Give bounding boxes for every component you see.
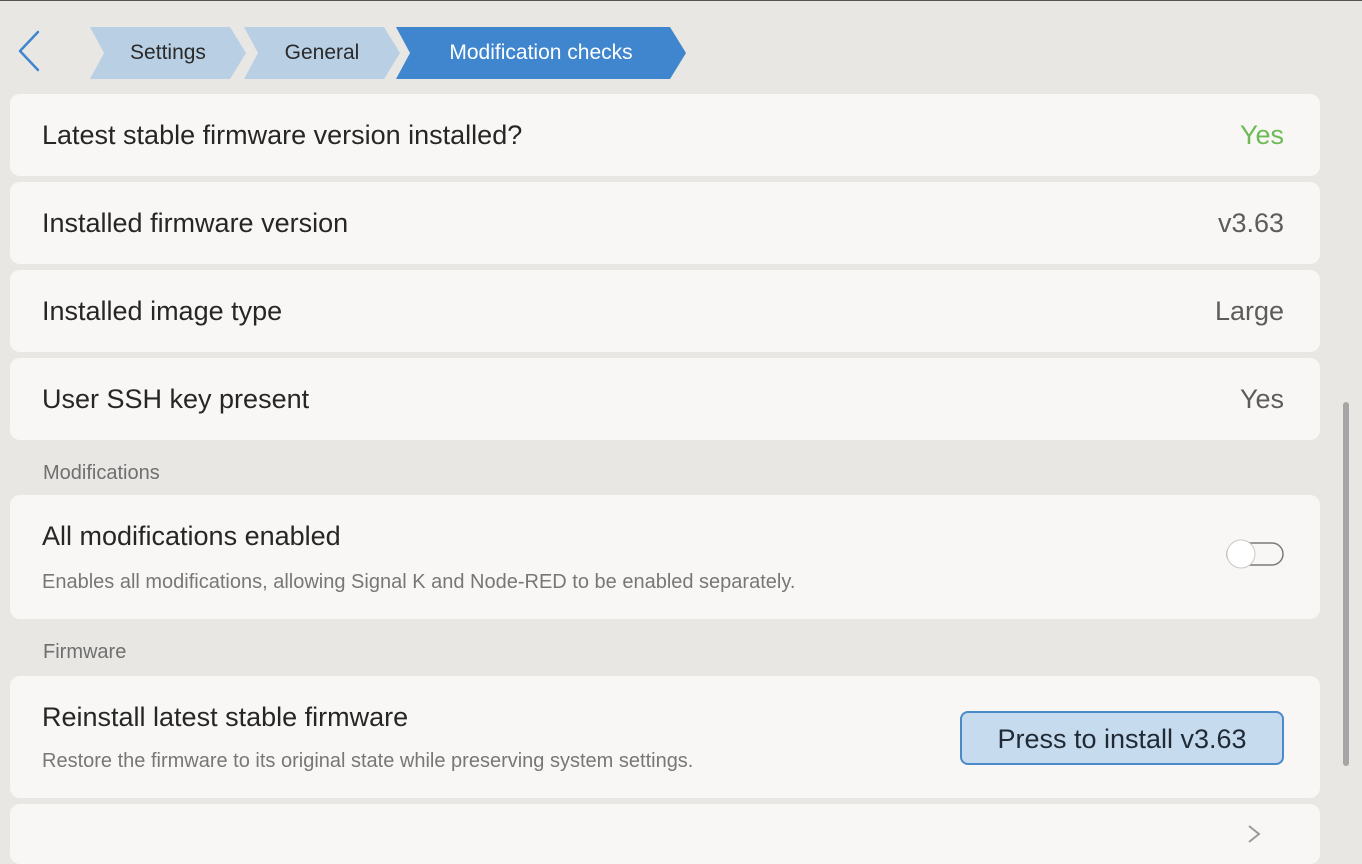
section-header-firmware: Firmware	[43, 641, 127, 663]
ssh-key-row: User SSH key present Yes	[10, 358, 1320, 440]
toggle-switch-icon	[1226, 539, 1284, 569]
breadcrumb-item-settings[interactable]: Settings	[90, 27, 246, 79]
breadcrumb-item-general[interactable]: General	[244, 27, 400, 79]
row-label: Installed firmware version	[42, 208, 349, 238]
online-updates-row[interactable]	[10, 804, 1320, 864]
breadcrumb-item-modification-checks[interactable]: Modification checks	[396, 27, 686, 79]
chevron-right-icon	[1248, 825, 1261, 843]
reinstall-firmware-row: Reinstall latest stable firmware Restore…	[10, 676, 1320, 798]
row-description: Restore the firmware to its original sta…	[42, 750, 694, 772]
chevron-left-icon	[18, 30, 40, 72]
row-value: Yes	[1239, 120, 1284, 150]
all-modifications-toggle[interactable]	[1226, 539, 1286, 569]
row-value: Large	[1214, 296, 1284, 326]
row-label: Installed image type	[42, 296, 283, 326]
scrollbar[interactable]	[1343, 402, 1349, 766]
row-label: Reinstall latest stable firmware	[42, 702, 409, 732]
breadcrumb-label: Modification checks	[449, 41, 633, 64]
row-value: Yes	[1239, 384, 1284, 414]
breadcrumb-label: General	[284, 41, 360, 64]
breadcrumb-label: Settings	[130, 41, 206, 64]
image-type-row: Installed image type Large	[10, 270, 1320, 352]
row-label: User SSH key present	[42, 384, 310, 414]
all-modifications-row[interactable]: All modifications enabled Enables all mo…	[10, 495, 1320, 619]
row-label: All modifications enabled	[42, 521, 341, 551]
header-bar: Settings General Modification checks	[0, 0, 1362, 90]
latest-stable-row: Latest stable firmware version installed…	[10, 94, 1320, 176]
row-description: Enables all modifications, allowing Sign…	[42, 571, 796, 593]
section-header-modifications: Modifications	[43, 462, 160, 484]
row-label: Latest stable firmware version installed…	[42, 120, 523, 150]
row-value: v3.63	[1217, 208, 1284, 238]
install-firmware-button[interactable]: Press to install v3.63	[960, 711, 1284, 765]
installed-version-row: Installed firmware version v3.63	[10, 182, 1320, 264]
back-button[interactable]	[14, 28, 44, 74]
